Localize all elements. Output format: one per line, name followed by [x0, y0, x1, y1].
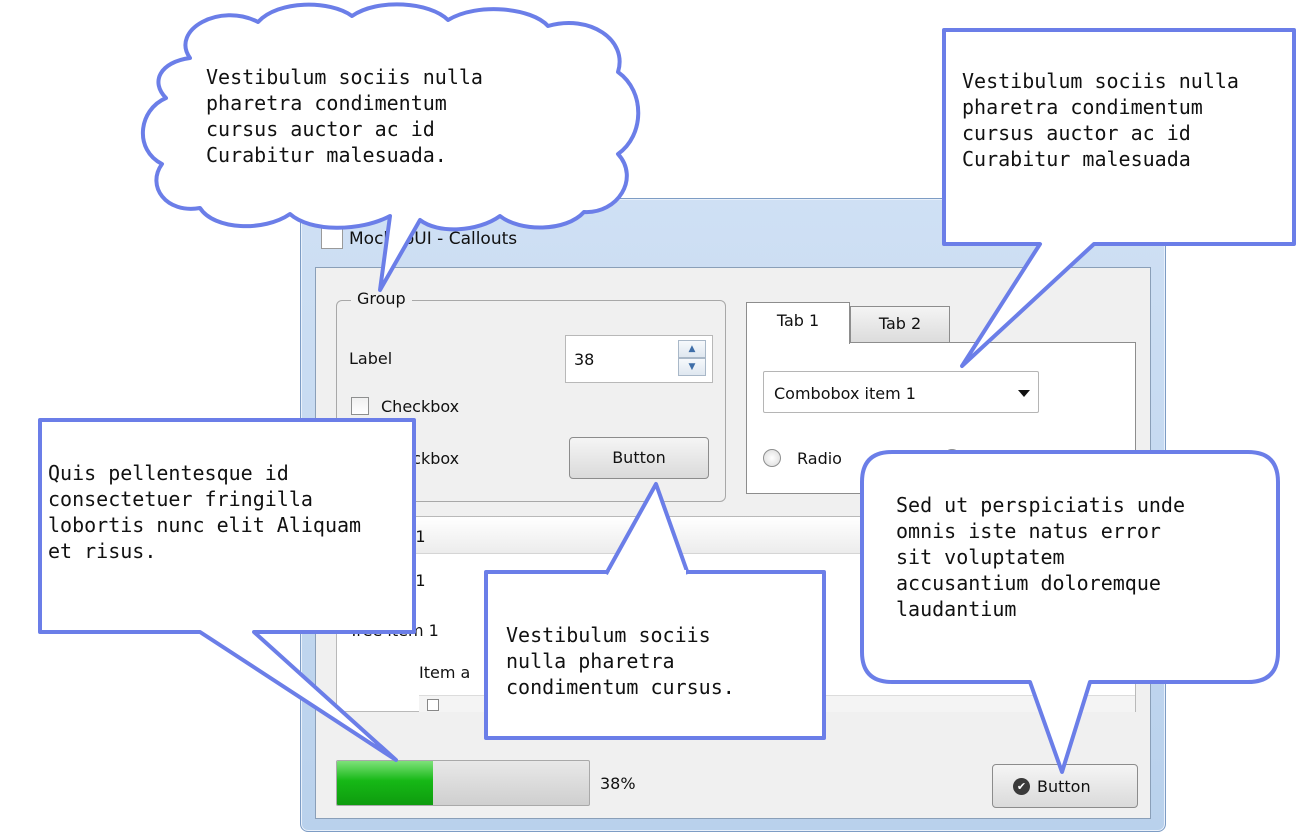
center-callout-text: Vestibulum sociis nulla pharetra condime…: [506, 623, 735, 699]
tree-item-1[interactable]: Tree item 1: [349, 621, 439, 640]
field-label: Label: [349, 349, 393, 368]
tree-item-a[interactable]: Item a: [419, 663, 470, 682]
combobox-value[interactable]: Combobox item 1: [774, 384, 916, 403]
checkbox-1[interactable]: [351, 397, 369, 415]
check-circle-icon: ✔: [1013, 778, 1030, 795]
cloud-callout-text: Vestibulum sociis nulla pharetra condime…: [206, 65, 483, 167]
expander-icon[interactable]: [427, 699, 439, 711]
progress-bar: [336, 760, 590, 806]
group-button[interactable]: Button: [569, 437, 709, 479]
tab-panel: Combobox item 1 Radio Radio: [746, 342, 1136, 494]
combobox[interactable]: Combobox item 1: [763, 371, 1039, 413]
spinner-value[interactable]: 38: [574, 350, 594, 369]
checkbox-1-label: Checkbox: [381, 397, 460, 416]
spin-up-icon[interactable]: ▲: [678, 340, 706, 358]
spin-down-icon[interactable]: ▼: [678, 358, 706, 376]
bottom-right-callout-text: Sed ut perspiciatis unde omnis iste natu…: [896, 493, 1185, 621]
title-bar: MockupUI - Callouts: [301, 199, 1165, 263]
progress-fill: [337, 761, 433, 805]
tab-1[interactable]: Tab 1: [746, 302, 850, 344]
top-right-callout-text: Vestibulum sociis nulla pharetra condime…: [962, 69, 1239, 171]
tab-2[interactable]: Tab 2: [850, 306, 950, 342]
document-icon: [321, 221, 343, 249]
chevron-down-icon[interactable]: [1018, 390, 1030, 397]
group-box: Group Label 38 ▲ ▼ Checkbox Checkbox But…: [336, 289, 726, 502]
checkbox-2-label: Checkbox: [381, 449, 460, 468]
radio-2[interactable]: [943, 449, 961, 467]
ok-button[interactable]: ✔ Button: [992, 764, 1138, 808]
tree-subheader: Column 1: [349, 571, 426, 590]
left-callout-text: Quis pellentesque id consectetuer fringi…: [48, 461, 362, 563]
radio-2-label: Radio: [977, 449, 1022, 468]
ok-button-label: Button: [1037, 777, 1091, 796]
radio-1-label: Radio: [797, 449, 842, 468]
number-spinner[interactable]: 38 ▲ ▼: [565, 335, 713, 383]
progress-label: 38%: [600, 774, 636, 793]
radio-1[interactable]: [763, 449, 781, 467]
window-title: MockupUI - Callouts: [349, 229, 518, 249]
group-legend: Group: [351, 289, 412, 308]
